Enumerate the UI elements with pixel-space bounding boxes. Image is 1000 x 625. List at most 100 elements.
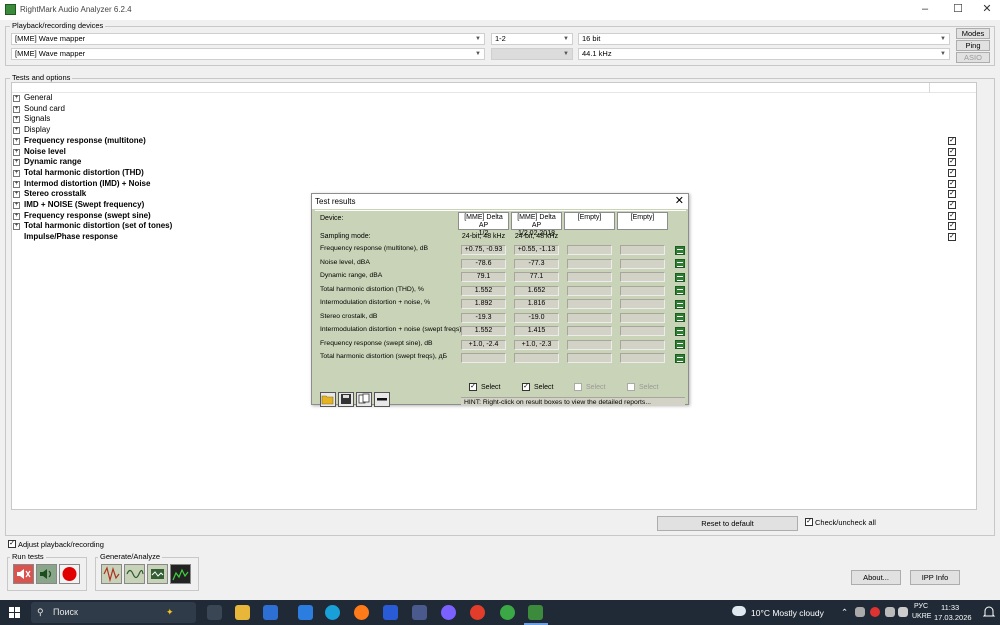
chevron-up-icon[interactable]: ⌃ — [841, 607, 848, 618]
expand-plus-icon[interactable]: + — [13, 180, 20, 188]
tree-item[interactable]: + Total harmonic distortion (THD) ✓ — [12, 168, 978, 179]
expand-plus-icon[interactable]: + — [13, 159, 20, 167]
tray-icon-2[interactable] — [870, 607, 880, 617]
tree-item[interactable]: + Frequency response (multitone) ✓ — [12, 136, 978, 147]
spreadsheet-icon[interactable] — [675, 353, 685, 363]
open-wave-button[interactable] — [147, 564, 168, 584]
app-green-icon[interactable] — [500, 605, 515, 620]
tree-item[interactable]: + Noise level ✓ — [12, 147, 978, 158]
result-value-box[interactable] — [567, 245, 612, 255]
result-value-box[interactable]: 1.552 — [461, 285, 506, 296]
firefox-icon[interactable] — [354, 605, 369, 620]
windows-start-icon[interactable] — [9, 607, 20, 618]
result-value-box[interactable] — [620, 245, 665, 255]
test-enabled-checkbox[interactable]: ✓ — [948, 233, 956, 242]
lang-line-2[interactable]: UKRE — [912, 613, 931, 620]
test-enabled-checkbox[interactable]: ✓ — [948, 168, 956, 177]
device-box-2[interactable]: [MME] Delta AP 1/2 02.2018 — [511, 212, 562, 237]
speaker-test-button[interactable] — [13, 564, 34, 584]
expand-plus-icon[interactable]: + — [13, 105, 20, 113]
generate-signal-button[interactable] — [101, 564, 122, 584]
result-value-box[interactable] — [567, 353, 612, 363]
expand-plus-icon[interactable]: + — [13, 95, 20, 102]
result-value-box[interactable]: -19.3 — [461, 312, 506, 323]
test-enabled-checkbox[interactable]: ✓ — [948, 222, 956, 231]
result-value-box[interactable]: +1.0, -2.4 — [461, 339, 506, 350]
channels-select[interactable]: 1-2 ▼ — [491, 33, 573, 45]
expand-plus-icon[interactable]: + — [13, 191, 20, 199]
tree-item[interactable]: + General — [12, 93, 978, 104]
playback-device-select[interactable]: [MME] Wave mapper ▼ — [11, 33, 485, 45]
result-value-box[interactable]: -77.3 — [514, 258, 559, 269]
result-value-box[interactable] — [567, 339, 612, 350]
editor-icon[interactable] — [412, 605, 427, 620]
result-value-box[interactable] — [620, 258, 665, 269]
test-enabled-checkbox[interactable]: ✓ — [948, 158, 956, 167]
network-icon[interactable] — [885, 607, 895, 617]
expand-plus-icon[interactable]: + — [13, 212, 20, 220]
check-all-checkbox[interactable]: ✓ — [805, 518, 813, 526]
bit-depth-select[interactable]: 16 bit ▼ — [578, 33, 950, 45]
save-app-icon[interactable] — [383, 605, 398, 620]
maximize-button[interactable]: ☐ — [943, 0, 973, 20]
tree-item[interactable]: + Signals — [12, 114, 978, 125]
taskbar-search[interactable]: ⚲ Поиск ✦ — [31, 602, 196, 623]
result-value-box[interactable] — [461, 353, 506, 363]
tree-item[interactable]: + Display — [12, 125, 978, 136]
result-value-box[interactable] — [620, 339, 665, 350]
viber-icon[interactable] — [441, 605, 456, 620]
chrome-icon[interactable] — [470, 605, 485, 620]
result-value-box[interactable] — [620, 299, 665, 309]
expand-plus-icon[interactable]: + — [13, 137, 20, 145]
result-value-box[interactable] — [620, 353, 665, 363]
file-explorer-icon[interactable] — [235, 605, 250, 620]
result-value-box[interactable] — [567, 299, 612, 309]
loopback-test-button[interactable] — [36, 564, 57, 584]
spreadsheet-icon[interactable] — [675, 272, 685, 282]
tree-item[interactable]: + Dynamic range ✓ — [12, 157, 978, 168]
result-value-box[interactable] — [567, 272, 612, 282]
result-value-box[interactable] — [620, 272, 665, 282]
analyze-wave-button[interactable] — [124, 564, 145, 584]
ping-button[interactable]: Ping — [956, 40, 990, 51]
reset-default-button[interactable]: Reset to default — [657, 516, 798, 531]
spreadsheet-icon[interactable] — [675, 340, 685, 349]
lang-line-1[interactable]: РУС — [914, 603, 928, 610]
device-box-3[interactable]: [Empty] — [564, 212, 615, 230]
spectrum-button[interactable] — [170, 564, 191, 584]
tree-item[interactable]: + Intermod distortion (IMD) + Noise ✓ — [12, 179, 978, 190]
device-box-4[interactable]: [Empty] — [617, 212, 668, 230]
recording-device-select[interactable]: [MME] Wave mapper ▼ — [11, 48, 485, 60]
test-enabled-checkbox[interactable]: ✓ — [948, 179, 956, 188]
ipp-info-button[interactable]: IPP Info — [910, 570, 960, 585]
spreadsheet-icon[interactable] — [675, 313, 685, 322]
device-box-1[interactable]: [MME] Delta AP 1/2 — [458, 212, 509, 237]
result-value-box[interactable]: +0.55, -1.13 — [514, 245, 559, 255]
dropbox-icon[interactable] — [298, 605, 313, 620]
clear-button[interactable] — [374, 392, 390, 407]
task-view-icon[interactable] — [207, 605, 222, 620]
edge-icon[interactable] — [325, 605, 340, 620]
weather-text[interactable]: 10°C Mostly cloudy — [751, 608, 824, 618]
test-enabled-checkbox[interactable]: ✓ — [948, 190, 956, 199]
result-value-box[interactable] — [567, 258, 612, 269]
save-button[interactable] — [338, 392, 354, 407]
result-value-box[interactable]: 77.1 — [514, 272, 559, 282]
expand-plus-icon[interactable]: + — [13, 202, 20, 209]
result-value-box[interactable] — [567, 326, 612, 336]
result-value-box[interactable]: 1.892 — [461, 299, 506, 309]
test-enabled-checkbox[interactable]: ✓ — [948, 211, 956, 220]
test-enabled-checkbox[interactable]: ✓ — [948, 201, 956, 209]
adjust-checkbox[interactable]: ✓ — [8, 540, 16, 548]
result-value-box[interactable]: 1.552 — [461, 326, 506, 336]
copy-button[interactable] — [356, 392, 372, 407]
result-value-box[interactable]: 79.1 — [461, 272, 506, 282]
result-value-box[interactable]: 1.816 — [514, 299, 559, 309]
dialog-close-icon[interactable]: ✕ — [675, 194, 684, 209]
expand-plus-icon[interactable]: + — [13, 169, 20, 177]
spreadsheet-icon[interactable] — [675, 326, 685, 336]
open-folder-button[interactable] — [320, 392, 336, 407]
about-button[interactable]: About... — [851, 570, 901, 585]
result-value-box[interactable]: -19.0 — [514, 312, 559, 323]
result-value-box[interactable]: 1.415 — [514, 326, 559, 336]
